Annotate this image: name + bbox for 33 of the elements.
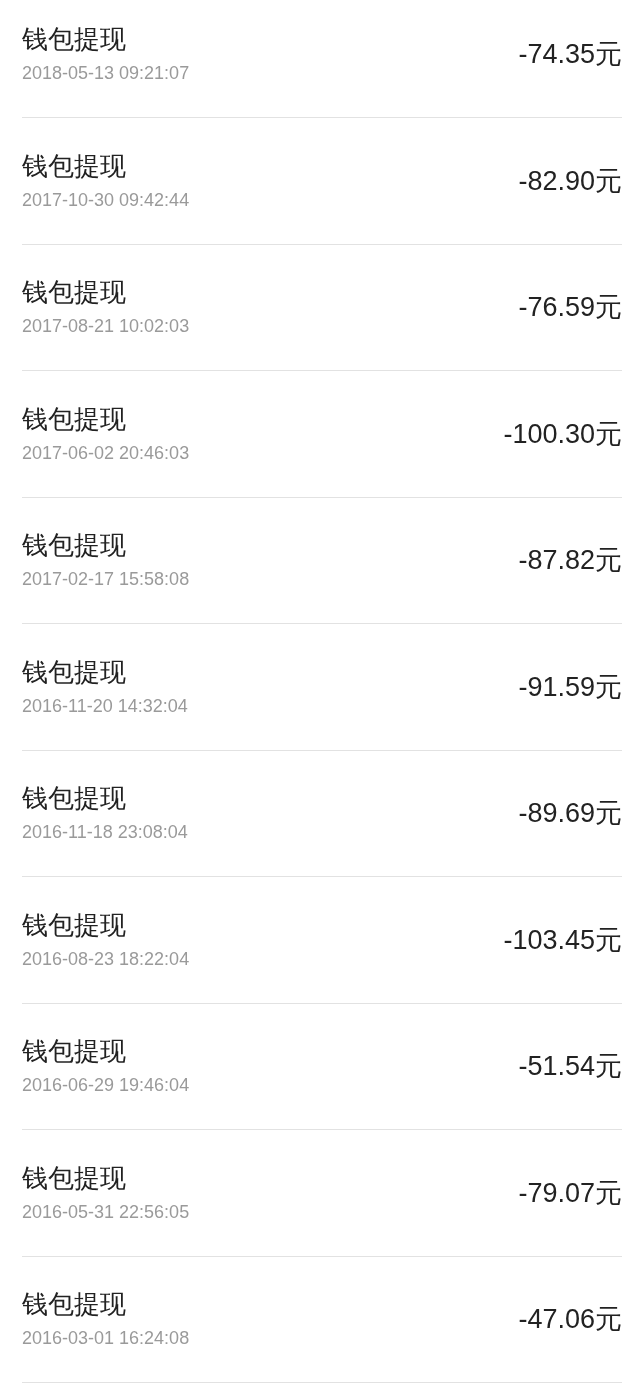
transaction-title: 钱包提现 [22,149,127,182]
transaction-title: 钱包提现 [22,908,127,941]
transaction-title: 钱包提现 [22,276,127,309]
transaction-amount: -74.35元 [518,37,622,71]
transaction-amount: -87.82元 [518,544,622,578]
transaction-time: 2016-11-20 14:32:04 [22,694,188,718]
transaction-time: 2017-06-02 20:46:03 [22,441,190,465]
transaction-title: 钱包提现 [22,655,127,688]
transaction-time: 2016-11-18 23:08:04 [22,821,188,845]
transaction-time: 2017-08-21 10:02:03 [22,315,190,339]
transaction-amount: -51.54元 [518,1050,622,1084]
transaction-title: 钱包提现 [22,782,127,815]
transaction-time: 2016-06-29 19:46:04 [22,1074,190,1098]
transaction-title: 钱包提现 [22,22,127,55]
transaction-amount: -89.69元 [518,797,622,831]
transaction-title: 钱包提现 [22,1035,127,1068]
transaction-title: 钱包提现 [22,529,127,562]
transaction-time: 2017-10-30 09:42:44 [22,188,190,212]
transaction-amount: -103.45元 [503,923,622,957]
transaction-amount: -91.59元 [518,670,622,704]
transaction-amount: -76.59元 [518,291,622,325]
transaction-amount: -47.06元 [518,1303,622,1337]
transaction-title: 钱包提现 [22,1161,127,1194]
transaction-title: 钱包提现 [22,402,127,435]
transaction-time: 2016-03-01 16:24:08 [22,1327,190,1351]
transaction-time: 2018-05-13 09:21:07 [22,61,190,85]
transaction-amount: -82.90元 [518,164,622,198]
transaction-time: 2016-05-31 22:56:05 [22,1200,190,1224]
transaction-time: 2016-08-23 18:22:04 [22,947,190,971]
transaction-time: 2017-02-17 15:58:08 [22,568,190,592]
transaction-title: 钱包提现 [22,1288,127,1321]
transaction-amount: -79.07元 [518,1176,622,1210]
transaction-amount: -100.30元 [503,417,622,451]
